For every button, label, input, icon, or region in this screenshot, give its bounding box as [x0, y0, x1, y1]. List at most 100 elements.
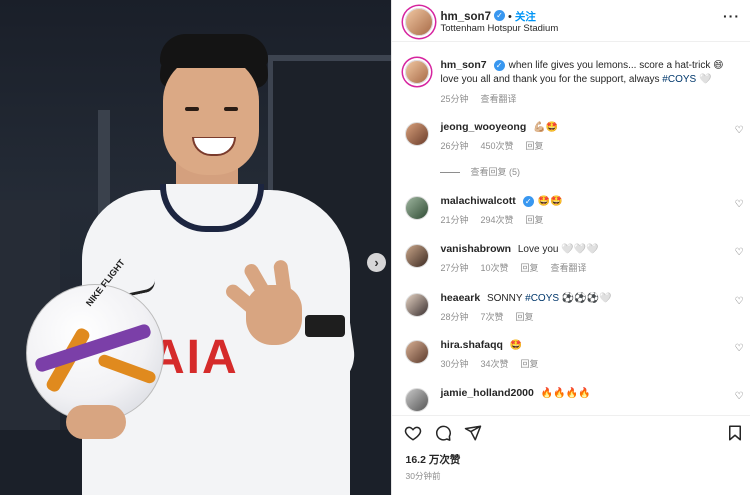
comment-body: malachiwalcott ✓ 🤩🤩 — [440, 194, 730, 209]
translate-link[interactable]: 查看翻译 — [481, 94, 517, 104]
comment-like-heart-icon[interactable]: ♡ — [735, 199, 744, 210]
reply-button[interactable]: 回复 — [521, 359, 539, 369]
comment-likes[interactable]: 294次赞 — [481, 215, 514, 225]
view-replies-label: 查看回复 (5) — [470, 167, 520, 177]
comment-text: 🤩🤩 — [537, 196, 563, 207]
hashtag-link[interactable]: #COYS — [525, 293, 559, 304]
photo-armband — [305, 315, 345, 337]
post-header: hm_son7 ✓ • 关注 Tottenham Hotspur Stadium ··… — [392, 0, 750, 42]
comment-meta: 30分钟 34次赞 回复 — [440, 357, 550, 370]
author-username[interactable]: hm_son7 — [440, 11, 491, 23]
heart-icon[interactable] — [404, 424, 422, 442]
avatar[interactable] — [405, 196, 430, 220]
comment-username[interactable]: jamie_holland2000 — [440, 387, 533, 399]
comment-likes[interactable]: 10次赞 — [481, 263, 509, 273]
comment-meta: 26分钟 450次赞 回复 — [440, 139, 555, 152]
match-ball — [26, 284, 164, 422]
comment-likes[interactable]: 450次赞 — [481, 141, 514, 151]
avatar[interactable] — [405, 122, 430, 146]
comment-time: 30分钟 — [440, 359, 469, 369]
comment-like-heart-icon[interactable]: ♡ — [735, 247, 744, 258]
view-replies-button[interactable]: 查看回复 (5) — [440, 165, 520, 178]
caption-line-2: love you all and thank you for the suppo… — [440, 74, 660, 85]
caption-username[interactable]: hm_son7 — [440, 59, 486, 71]
action-bar — [392, 415, 750, 451]
instagram-post-view: AIA NIKE FLIGHT › hm_son7 ✓ • 关注 Tottenham … — [0, 0, 750, 495]
photo-hand — [246, 285, 302, 345]
comment-time: 28分钟 — [440, 312, 469, 322]
verified-badge-icon: ✓ — [493, 59, 505, 71]
like-count[interactable]: 16.2 万次赞 — [405, 452, 460, 467]
follow-button[interactable]: 关注 — [515, 11, 536, 23]
caption-line-1: when life gives you lemons... score a ha… — [508, 60, 711, 71]
comment-body: jamie_holland2000 🔥🔥🔥🔥 — [440, 386, 730, 401]
caption-meta: 25分钟 查看翻译 — [440, 92, 528, 105]
comment-time: 21分钟 — [440, 215, 469, 225]
caption-text: hm_son7 ✓ when life gives you lemons... sc… — [440, 58, 730, 87]
avatar[interactable] — [405, 8, 434, 36]
translate-link[interactable]: 查看翻译 — [551, 263, 587, 273]
avatar[interactable] — [405, 60, 430, 84]
avatar[interactable] — [405, 244, 430, 268]
post-photo[interactable]: AIA NIKE FLIGHT › — [0, 0, 392, 495]
next-image-button[interactable]: › — [367, 253, 386, 272]
caption-time: 25分钟 — [440, 94, 469, 104]
comment-like-heart-icon[interactable]: ♡ — [735, 296, 744, 307]
comment-meta: 21分钟 294次赞 回复 — [440, 213, 555, 226]
share-icon[interactable] — [464, 424, 482, 442]
photo-rail — [98, 110, 110, 220]
reply-button[interactable]: 回复 — [526, 141, 544, 151]
more-options-icon[interactable]: ··· — [723, 8, 740, 24]
verified-badge-icon: ✓ — [522, 195, 534, 207]
comment-text: 🔥🔥🔥🔥 — [540, 388, 591, 399]
photo-ball-hand — [66, 405, 126, 439]
photo-eye-right — [224, 107, 238, 111]
comments-list[interactable]: hm_son7 ✓ when life gives you lemons... sc… — [392, 48, 750, 412]
comment-text: SONNY — [486, 293, 523, 304]
caption-emoji: 🤍 — [698, 74, 712, 85]
photo-eye-left — [185, 107, 199, 111]
reply-button[interactable]: 回复 — [526, 215, 544, 225]
verified-badge-icon: ✓ — [493, 10, 505, 22]
photo-face — [163, 55, 259, 175]
chevron-right-icon: › — [374, 255, 379, 270]
bookmark-icon[interactable] — [726, 424, 744, 442]
comment-body: vanishabrown Love you 🤍🤍🤍 — [440, 242, 730, 257]
comment-meta: 28分钟 7次赞 回复 — [440, 310, 545, 323]
post-side-panel: hm_son7 ✓ • 关注 Tottenham Hotspur Stadium ··… — [391, 0, 750, 495]
replies-divider — [440, 172, 461, 174]
comment-text: 🤩 — [509, 340, 523, 351]
avatar[interactable] — [405, 293, 430, 317]
comment-meta: 27分钟 10次赞 回复 查看翻译 — [440, 261, 598, 274]
ball-graphic — [96, 353, 158, 385]
caption-emoji: 😄 — [713, 60, 724, 71]
comment-body: hira.shafaqq 🤩 — [440, 338, 730, 353]
post-time: 30分钟前 — [405, 471, 441, 481]
avatar[interactable] — [405, 340, 430, 364]
comment-username[interactable]: jeong_wooyeong — [440, 121, 526, 133]
comment-likes[interactable]: 34次赞 — [481, 359, 509, 369]
separator-dot: • — [507, 11, 512, 23]
comment-username[interactable]: heaeark — [440, 292, 480, 304]
comment-time: 26分钟 — [440, 141, 469, 151]
comment-emoji: ⚽⚽⚽🤍 — [561, 293, 612, 304]
post-location[interactable]: Tottenham Hotspur Stadium — [440, 23, 558, 34]
comment-text: 💪🏼🤩 — [533, 122, 558, 133]
comment-like-heart-icon[interactable]: ♡ — [735, 343, 744, 354]
comment-like-heart-icon[interactable]: ♡ — [735, 125, 744, 136]
comment-like-heart-icon[interactable]: ♡ — [735, 391, 744, 402]
comment-body: jeong_wooyeong 💪🏼🤩 — [440, 120, 730, 135]
comment-time: 27分钟 — [440, 263, 469, 273]
photo-fringe — [160, 34, 268, 68]
reply-button[interactable]: 回复 — [521, 263, 539, 273]
comment-username[interactable]: malachiwalcott — [440, 195, 515, 207]
comment-username[interactable]: vanishabrown — [440, 243, 511, 255]
comment-username[interactable]: hira.shafaqq — [440, 339, 502, 351]
hashtag-link[interactable]: #COYS — [662, 74, 696, 85]
avatar[interactable] — [405, 388, 430, 412]
comment-likes[interactable]: 7次赞 — [481, 312, 504, 322]
reply-button[interactable]: 回复 — [516, 312, 534, 322]
comment-body: heaeark SONNY #COYS ⚽⚽⚽🤍 — [440, 291, 730, 306]
comment-text: Love you 🤍🤍🤍 — [517, 244, 599, 255]
comment-icon[interactable] — [434, 424, 452, 442]
